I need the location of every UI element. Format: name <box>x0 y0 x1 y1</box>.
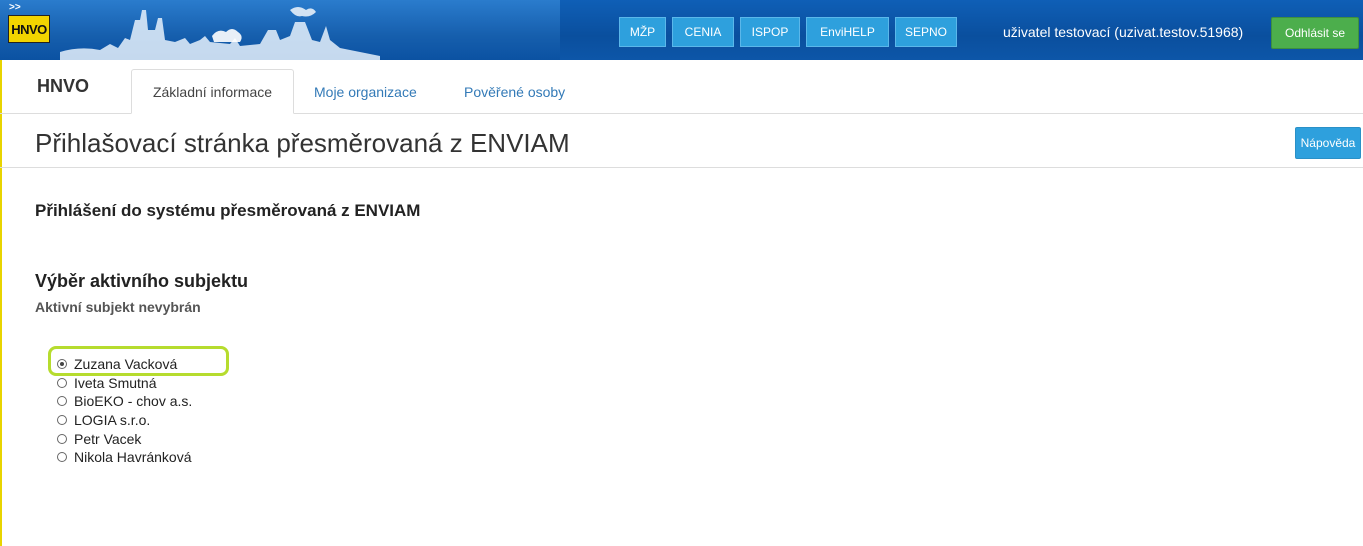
subject-selection-title: Výběr aktivního subjektu <box>35 271 249 291</box>
title-divider <box>0 167 1363 168</box>
active-subject-status: Aktivní subjekt nevybrán <box>35 299 201 315</box>
top-banner: HNVO >> MŽP CENIA ISPOP EnviHELP SEPNO u… <box>0 0 1363 60</box>
radio-unchecked-icon[interactable] <box>57 415 67 426</box>
page-title: Přihlašovací stránka přesměrovaná z ENVI… <box>35 128 570 158</box>
radio-checked-icon[interactable] <box>57 359 67 370</box>
subject-option[interactable]: LOGIA s.r.o. <box>57 411 192 430</box>
current-user-label: uživatel testovací (uzivat.testov.51968) <box>1003 24 1244 40</box>
hnvo-logo[interactable]: HNVO <box>8 15 50 43</box>
help-button[interactable]: Nápověda <box>1295 127 1361 159</box>
subject-option-label: Petr Vacek <box>74 430 142 447</box>
subject-option-label: Zuzana Vacková <box>74 356 178 373</box>
subject-option-label: Nikola Havránková <box>74 449 192 466</box>
logo-arrow-icon: >> <box>9 2 21 13</box>
subject-option[interactable]: Nikola Havránková <box>57 448 192 467</box>
banner-skyline-illustration <box>0 0 560 60</box>
cenia-button[interactable]: CENIA <box>672 17 734 47</box>
subject-radio-list: Zuzana Vacková Iveta Smutná BioEKO - cho… <box>57 355 192 467</box>
mzp-button[interactable]: MŽP <box>619 17 666 47</box>
radio-unchecked-icon[interactable] <box>57 396 67 407</box>
subject-option-label: Iveta Smutná <box>74 374 157 391</box>
tab-zakladni-informace[interactable]: Základní informace <box>131 69 294 114</box>
radio-unchecked-icon[interactable] <box>57 452 67 463</box>
subject-option-label: BioEKO - chov a.s. <box>74 393 193 410</box>
tab-poverene-osoby[interactable]: Pověřené osoby <box>464 69 565 114</box>
ispop-button[interactable]: ISPOP <box>740 17 800 47</box>
tab-moje-organizace[interactable]: Moje organizace <box>314 69 417 114</box>
nav-brand[interactable]: HNVO <box>37 76 89 97</box>
logout-button[interactable]: Odhlásit se <box>1271 17 1359 49</box>
radio-unchecked-icon[interactable] <box>57 433 67 444</box>
subject-option[interactable]: Petr Vacek <box>57 429 192 448</box>
section-title: Přihlášení do systému přesměrovaná z ENV… <box>35 201 421 220</box>
sepno-button[interactable]: SEPNO <box>895 17 957 47</box>
subject-option[interactable]: Zuzana Vacková <box>57 355 192 374</box>
radio-unchecked-icon[interactable] <box>57 377 67 388</box>
subject-option[interactable]: BioEKO - chov a.s. <box>57 392 192 411</box>
subject-option-label: LOGIA s.r.o. <box>74 412 151 429</box>
envihelp-button[interactable]: EnviHELP <box>806 17 889 47</box>
subject-option[interactable]: Iveta Smutná <box>57 374 192 393</box>
